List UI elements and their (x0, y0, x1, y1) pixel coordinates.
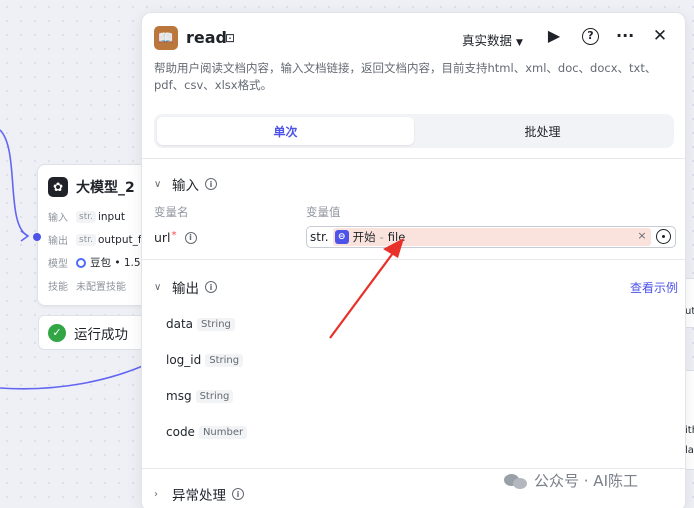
arrow-head (383, 238, 404, 258)
watermark-text: 公众号 · AI陈工 (534, 472, 638, 490)
annotation-arrow (329, 238, 404, 339)
arrow-line (329, 248, 397, 339)
wechat-logo-icon (504, 472, 528, 490)
watermark: 公众号 · AI陈工 (504, 470, 638, 491)
